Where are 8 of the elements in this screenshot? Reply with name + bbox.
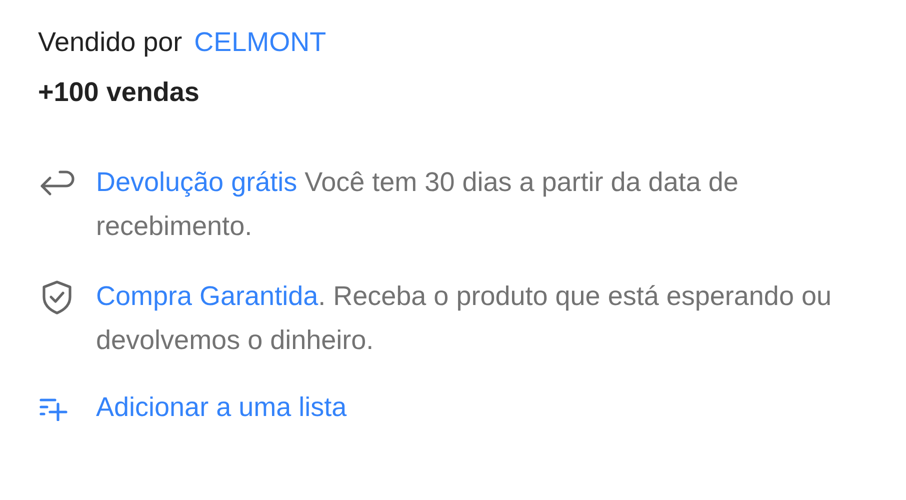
benefit-link[interactable]: Devolução grátis [96,167,298,197]
seller-label: Vendido por [38,26,182,59]
benefit-text: Compra Garantida. Receba o produto que está esperando ou devolvemos o dinheiro. [96,280,832,357]
sales-count: +100 vendas [38,76,200,109]
benefit-text: Devolução grátis Você tem 30 dias a partir da data de recebimento. [96,166,740,243]
add-to-list-button[interactable]: Adicionar a uma lista [38,392,347,423]
benefit-link[interactable]: Compra Garantida [96,281,318,311]
seller-link[interactable]: CELMONT [194,24,326,60]
